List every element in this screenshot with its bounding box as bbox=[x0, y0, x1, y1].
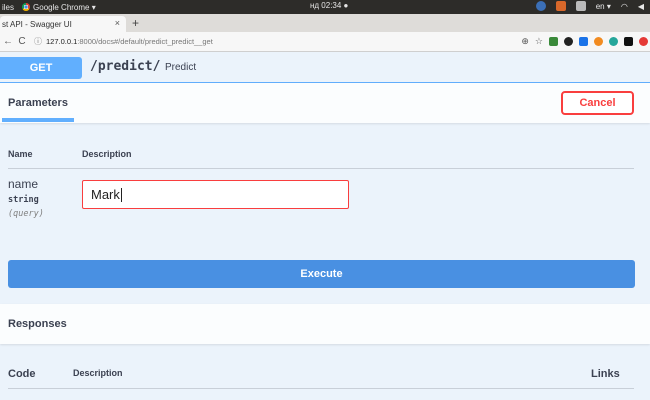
cancel-button[interactable]: Cancel bbox=[561, 91, 634, 115]
response-column-code: Code bbox=[8, 368, 36, 380]
app-menu-label: Google Chrome ▾ bbox=[33, 2, 96, 12]
app-menu[interactable]: Google Chrome ▾ bbox=[22, 3, 96, 12]
url-field[interactable]: 127.0.0.1:8000/docs#/default/predict_pre… bbox=[46, 37, 213, 46]
extension-icon-4[interactable] bbox=[594, 37, 603, 46]
parameter-name: name bbox=[8, 177, 39, 191]
new-tab-button[interactable]: + bbox=[132, 16, 139, 30]
zoom-icon[interactable]: ⊕ bbox=[521, 36, 529, 47]
back-icon[interactable]: ← bbox=[2, 36, 14, 47]
name-parameter-value: Mark bbox=[91, 187, 120, 202]
header-divider bbox=[8, 168, 634, 169]
parameter-location: (query) bbox=[8, 209, 44, 219]
tray-app-icon[interactable] bbox=[555, 1, 566, 11]
extension-icon-6[interactable] bbox=[624, 37, 633, 46]
operation-summary[interactable]: GET /predict/ Predict bbox=[0, 52, 650, 83]
files-menu[interactable]: iles bbox=[2, 3, 14, 12]
operation-summary-text: Predict bbox=[165, 62, 197, 73]
operation-path: /predict/ bbox=[90, 59, 161, 74]
url-host: 127.0.0.1 bbox=[46, 37, 78, 46]
address-bar-row: ← C ⓘ 127.0.0.1:8000/docs#/default/predi… bbox=[0, 32, 650, 52]
tab-title: st API - Swagger UI bbox=[2, 19, 72, 29]
os-top-bar: iles Google Chrome ▾ нд 02:34 ● en ▾ ◠ ◀ bbox=[0, 0, 650, 14]
tab-strip: st API - Swagger UI × + bbox=[0, 14, 650, 32]
tray-globe-icon[interactable] bbox=[535, 1, 546, 11]
wifi-icon[interactable]: ◠ bbox=[621, 2, 628, 11]
response-column-links: Links bbox=[591, 368, 620, 380]
responses-title: Responses bbox=[8, 318, 67, 330]
extension-icon-1[interactable] bbox=[549, 37, 558, 46]
volume-icon[interactable]: ◀ bbox=[638, 2, 644, 11]
tab-underline bbox=[2, 118, 74, 122]
parameter-type: string bbox=[8, 195, 39, 205]
method-badge: GET bbox=[0, 57, 82, 79]
extension-icon-7[interactable] bbox=[639, 37, 648, 46]
site-info-icon[interactable]: ⓘ bbox=[34, 36, 42, 47]
reload-icon[interactable]: C bbox=[16, 36, 28, 47]
parameters-header: Parameters Cancel bbox=[0, 83, 650, 123]
extension-icon-3[interactable] bbox=[579, 37, 588, 46]
execute-button[interactable]: Execute bbox=[8, 260, 635, 288]
url-path: :8000/docs#/default/predict_predict__get bbox=[77, 37, 213, 46]
responses-header: Responses bbox=[0, 304, 650, 344]
extension-icon-5[interactable] bbox=[609, 37, 618, 46]
chrome-icon bbox=[22, 3, 31, 11]
tray-layers-icon[interactable] bbox=[575, 1, 586, 11]
column-header-description: Description bbox=[82, 149, 132, 159]
extension-icons: ⊕ ☆ bbox=[521, 36, 648, 47]
responses-divider bbox=[8, 388, 634, 389]
extension-icon-2[interactable] bbox=[564, 37, 573, 46]
column-header-name: Name bbox=[8, 149, 33, 159]
text-caret bbox=[120, 187, 122, 202]
name-parameter-input[interactable]: Mark bbox=[82, 180, 349, 209]
browser-tab[interactable]: st API - Swagger UI × bbox=[0, 16, 126, 32]
tab-close-icon[interactable]: × bbox=[115, 18, 120, 28]
bookmark-star-icon[interactable]: ☆ bbox=[535, 36, 543, 47]
clock[interactable]: нд 02:34 ● bbox=[310, 1, 348, 10]
tab-parameters[interactable]: Parameters bbox=[8, 97, 68, 109]
response-column-description: Description bbox=[73, 368, 123, 378]
swagger-operation-panel: GET /predict/ Predict Parameters Cancel … bbox=[0, 52, 650, 400]
language-indicator[interactable]: en ▾ bbox=[596, 2, 611, 11]
